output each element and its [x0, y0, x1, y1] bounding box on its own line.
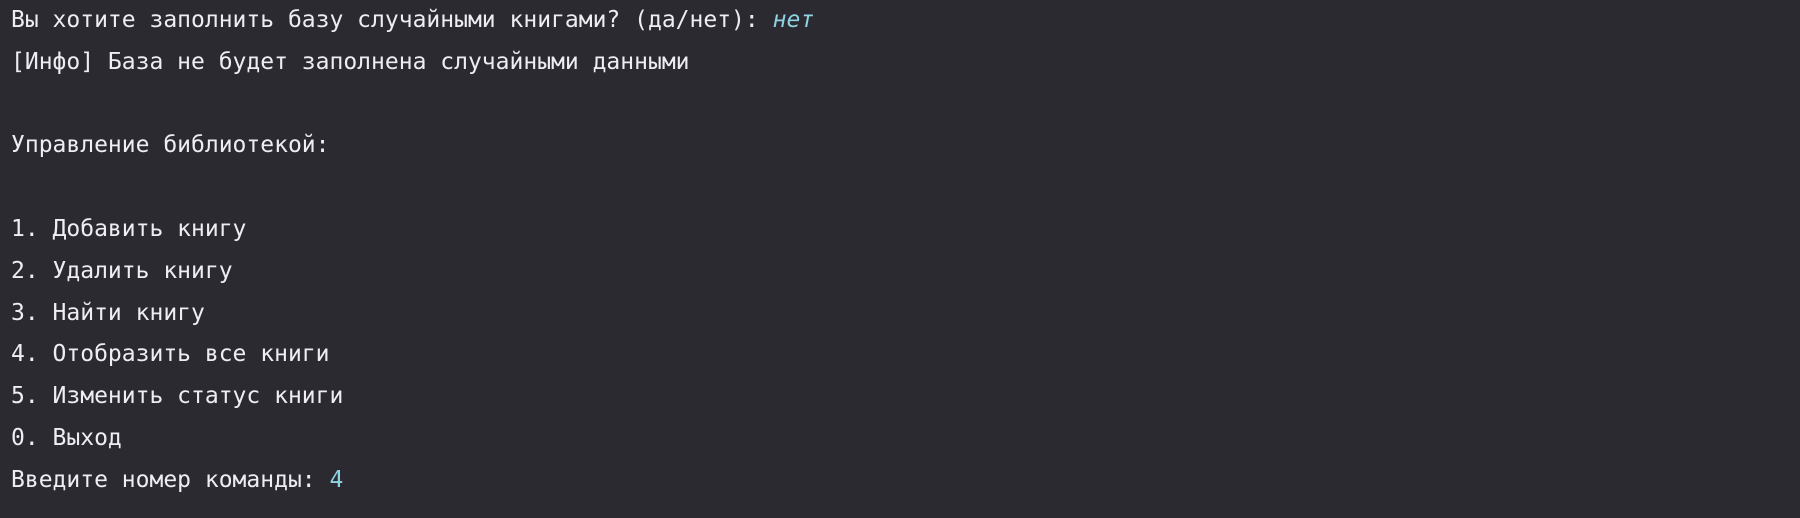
menu-item-add-book: 1. Добавить книгу [11, 215, 247, 242]
fill-prompt-text: Вы хотите заполнить базу случайными книг… [11, 7, 773, 33]
info-message: [Инфо] База не будет заполнена случайным… [11, 48, 690, 75]
command-input[interactable]: 4 [330, 467, 344, 493]
menu-item-find-book: 3. Найти книгу [11, 299, 205, 326]
command-prompt-text: Введите номер команды: [11, 466, 330, 493]
menu-title: Управление библиотекой: [11, 132, 330, 159]
menu-item-change-status: 5. Изменить статус книги [11, 383, 344, 410]
command-prompt-line[interactable]: Введите номер команды: 4 [11, 460, 1800, 502]
fill-prompt-line: Вы хотите заполнить базу случайными книг… [11, 0, 1800, 42]
menu-item-show-all-books: 4. Отобразить все книги [11, 341, 330, 368]
menu-item-exit: 0. Выход [11, 424, 122, 451]
terminal-output[interactable]: Вы хотите заполнить базу случайными книг… [0, 0, 1800, 518]
menu-item-delete-book: 2. Удалить книгу [11, 257, 233, 284]
fill-answer-input: нет [772, 7, 815, 33]
